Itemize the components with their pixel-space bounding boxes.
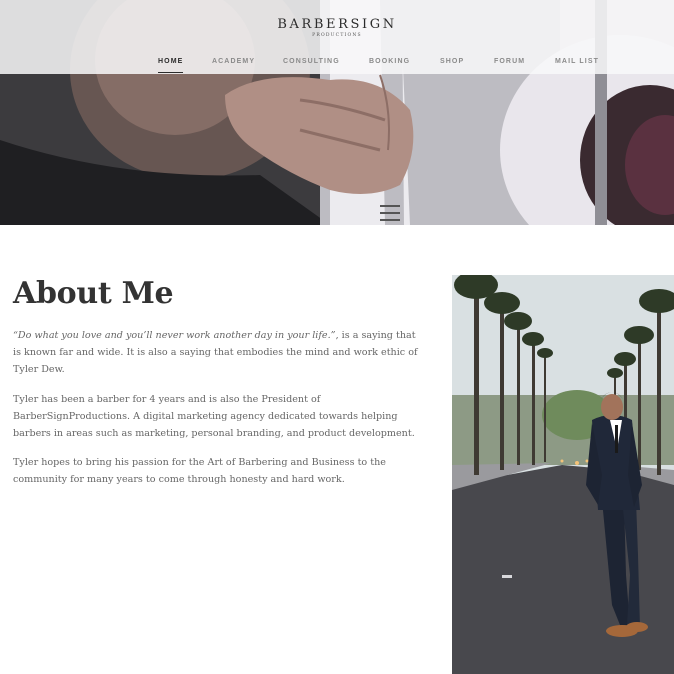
nav-academy[interactable]: ACADEMY	[212, 58, 255, 65]
brand-logo[interactable]: BARBERSIGN	[0, 17, 674, 32]
portrait-photo	[452, 275, 674, 674]
about-title: About Me	[13, 276, 174, 311]
nav-mail-list[interactable]: MAIL LIST	[555, 58, 599, 65]
nav-booking[interactable]: BOOKING	[369, 58, 410, 65]
nav-forum[interactable]: FORUM	[494, 58, 525, 65]
brand-tagline: PRODUCTIONS	[312, 33, 362, 38]
about-paragraph-3: Tyler hopes to bring his passion for the…	[13, 457, 386, 485]
nav-shop[interactable]: SHOP	[440, 58, 464, 65]
main-nav: HOME ACADEMY CONSULTING BOOKING SHOP FOR…	[0, 58, 674, 73]
portrait-image	[452, 275, 674, 674]
about-paragraph-2: Tyler has been a barber for 4 years and …	[13, 394, 415, 439]
header-bar: BARBERSIGN PRODUCTIONS HOME ACADEMY CONS…	[0, 0, 674, 74]
about-paragraph-1: “Do what you love and you’ll never work …	[13, 327, 421, 378]
hero-banner: BARBERSIGN PRODUCTIONS HOME ACADEMY CONS…	[0, 0, 674, 225]
about-quote: “Do what you love and you’ll never work …	[13, 330, 336, 341]
nav-home[interactable]: HOME	[158, 58, 184, 73]
nav-consulting[interactable]: CONSULTING	[283, 58, 340, 65]
